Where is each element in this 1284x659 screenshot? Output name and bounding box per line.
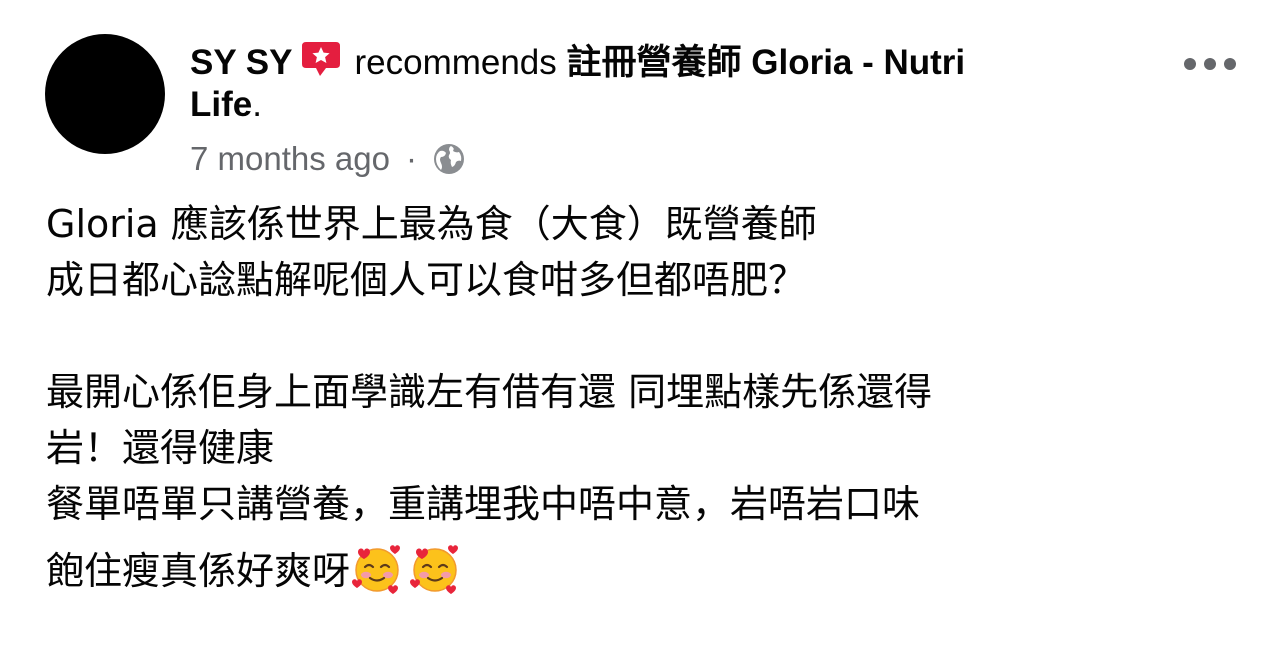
smiling-face-with-hearts-icon	[408, 542, 462, 596]
timestamp[interactable]: 7 months ago	[190, 137, 390, 181]
page-name-part2: Life	[190, 85, 253, 124]
post-line: 最開心係佢身上面學識左有借有還 同埋點樣先係還得	[46, 370, 933, 414]
avatar[interactable]	[45, 34, 165, 154]
more-options-icon	[1184, 58, 1196, 70]
post-line: Gloria 應該係世界上最為食（大食）既營養師	[46, 202, 817, 246]
more-options-dot	[1224, 58, 1236, 70]
smiling-face-with-hearts-icon	[350, 542, 404, 596]
post-line: 成日都心諗點解呢個人可以食咁多但都唔肥？	[46, 258, 807, 302]
post-header: SY SY recommends 註冊營養師 Gloria - Nutri Life…	[190, 40, 1150, 126]
page-name-part1: 註冊營養師 Gloria - Nutri	[566, 43, 966, 82]
recommends-label: recommends	[354, 43, 557, 82]
post-line: 餐單唔單只講營養，重講埋我中唔中意，岩唔岩口味	[46, 482, 921, 526]
separator-dot: ·	[405, 140, 417, 177]
post-body: Gloria 應該係世界上最為食（大食）既營養師 成日都心諗點解呢個人可以食咁多…	[46, 196, 1226, 599]
more-options-dot	[1204, 58, 1216, 70]
author-name[interactable]: SY SY	[190, 43, 292, 82]
post-line: 飽住瘦真係好爽呀	[46, 549, 351, 593]
post-meta: 7 months ago ·	[190, 137, 467, 181]
post-line: 岩！還得健康	[46, 426, 275, 470]
globe-icon[interactable]	[431, 141, 467, 177]
post-last-line: 飽住瘦真係好爽呀	[46, 542, 1226, 599]
recommendation-star-icon	[300, 40, 342, 80]
more-options-button[interactable]	[1184, 56, 1236, 72]
header-period: .	[252, 85, 262, 124]
